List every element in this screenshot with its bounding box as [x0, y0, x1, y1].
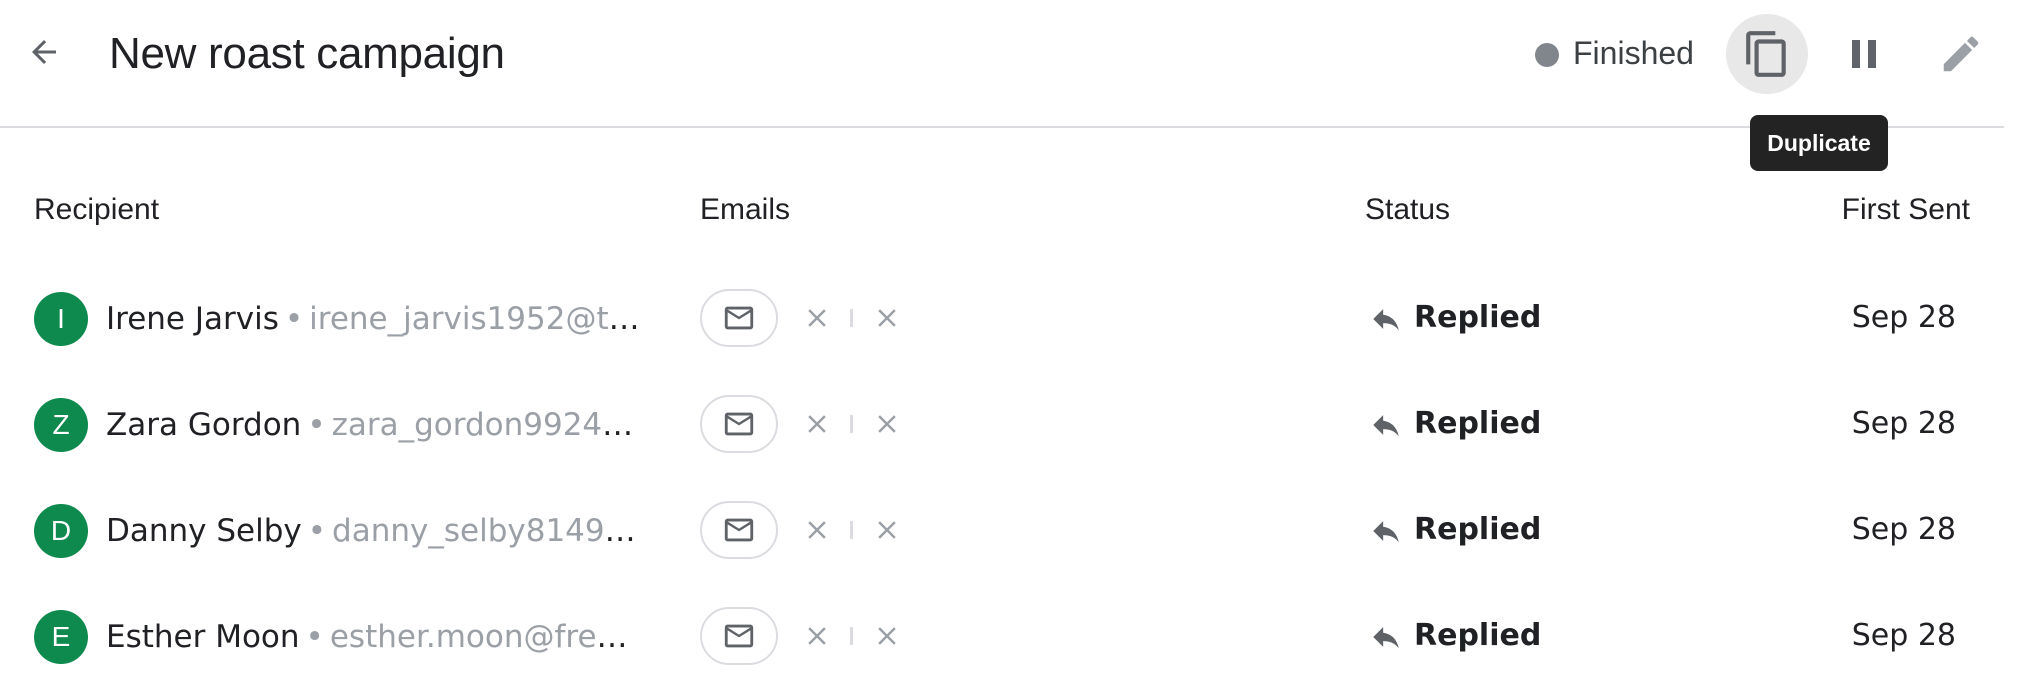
column-header-first-sent[interactable]: First Sent	[1842, 190, 1970, 230]
column-header-status[interactable]: Status	[1365, 190, 1450, 230]
recipient-name: Esther Moon	[106, 619, 300, 655]
recipient-cell: Esther Moon•esther.moon@freshg...	[106, 615, 641, 659]
mail-icon	[724, 624, 754, 648]
status-label: Replied	[1414, 300, 1542, 335]
close-icon	[799, 512, 835, 548]
page-title: New roast campaign	[109, 29, 505, 78]
recipient-cell: Danny Selby•danny_selby8149@gr...	[106, 509, 641, 553]
arrow-back-icon	[32, 40, 56, 64]
table-row[interactable]: E Esther Moon•esther.moon@freshg... Repl…	[0, 584, 2004, 690]
duplicate-icon	[1746, 31, 1786, 77]
recipient-cell: Irene Jarvis•irene_jarvis1952@typil...	[106, 297, 641, 341]
recipient-name: Danny Selby	[106, 513, 302, 549]
avatar: I	[34, 292, 88, 346]
avatar: Z	[34, 398, 88, 452]
recipient-email: irene_jarvis1952@typil...	[309, 301, 641, 337]
column-header-emails[interactable]: Emails	[700, 190, 790, 230]
status-label: Replied	[1414, 618, 1542, 653]
recipient-email: zara_gordon9924@ex...	[331, 407, 641, 443]
pencil-icon	[1943, 36, 1979, 72]
step-divider	[850, 627, 853, 645]
close-icon	[799, 406, 835, 442]
duplicate-tooltip: Duplicate	[1750, 115, 1888, 171]
separator-dot: •	[305, 619, 324, 655]
table-row[interactable]: Z Zara Gordon•zara_gordon9924@ex... Repl…	[0, 372, 2004, 478]
edit-button[interactable]	[1920, 14, 2002, 94]
campaign-header: New roast campaign Finished	[0, 0, 2004, 128]
first-sent-date: Sep 28	[1851, 512, 1956, 547]
separator-dot: •	[307, 407, 326, 443]
separator-dot: •	[307, 513, 327, 549]
pause-icon	[1852, 40, 1876, 68]
status-label: Replied	[1414, 512, 1542, 547]
recipient-email: danny_selby8149@gr...	[332, 513, 641, 549]
step-divider	[850, 309, 853, 327]
campaign-status: Finished	[1573, 35, 1694, 71]
email-step-button[interactable]	[700, 395, 778, 453]
column-header-recipient[interactable]: Recipient	[34, 190, 159, 230]
close-icon	[799, 618, 835, 654]
separator-dot: •	[284, 301, 304, 337]
close-icon	[869, 300, 905, 336]
recipient-name: Zara Gordon	[106, 407, 302, 443]
reply-icon	[1368, 513, 1404, 549]
reply-icon	[1368, 301, 1404, 337]
email-step-button[interactable]	[700, 501, 778, 559]
step-divider	[850, 415, 853, 433]
reply-icon	[1368, 407, 1404, 443]
close-icon	[869, 618, 905, 654]
recipient-name: Irene Jarvis	[106, 301, 279, 337]
status-dot-icon	[1535, 43, 1559, 67]
email-step-button[interactable]	[700, 289, 778, 347]
recipient-email: esther.moon@freshg...	[329, 619, 641, 655]
campaign-page: New roast campaign Finished Duplicate Re…	[0, 0, 2018, 696]
back-button[interactable]	[18, 26, 70, 78]
mail-icon	[724, 518, 754, 542]
duplicate-button[interactable]	[1726, 14, 1808, 94]
avatar: E	[34, 610, 88, 664]
table-row[interactable]: I Irene Jarvis•irene_jarvis1952@typil...…	[0, 266, 2004, 372]
recipient-cell: Zara Gordon•zara_gordon9924@ex...	[106, 403, 641, 447]
step-divider	[850, 521, 853, 539]
close-icon	[869, 512, 905, 548]
reply-icon	[1368, 619, 1404, 655]
mail-icon	[724, 306, 754, 330]
avatar: D	[34, 504, 88, 558]
email-step-button[interactable]	[700, 607, 778, 665]
pause-button[interactable]	[1823, 14, 1905, 94]
table-row[interactable]: D Danny Selby•danny_selby8149@gr... Repl…	[0, 478, 2004, 584]
first-sent-date: Sep 28	[1851, 300, 1956, 335]
mail-icon	[724, 412, 754, 436]
first-sent-date: Sep 28	[1851, 618, 1956, 653]
close-icon	[799, 300, 835, 336]
status-label: Replied	[1414, 406, 1542, 441]
close-icon	[869, 406, 905, 442]
first-sent-date: Sep 28	[1851, 406, 1956, 441]
